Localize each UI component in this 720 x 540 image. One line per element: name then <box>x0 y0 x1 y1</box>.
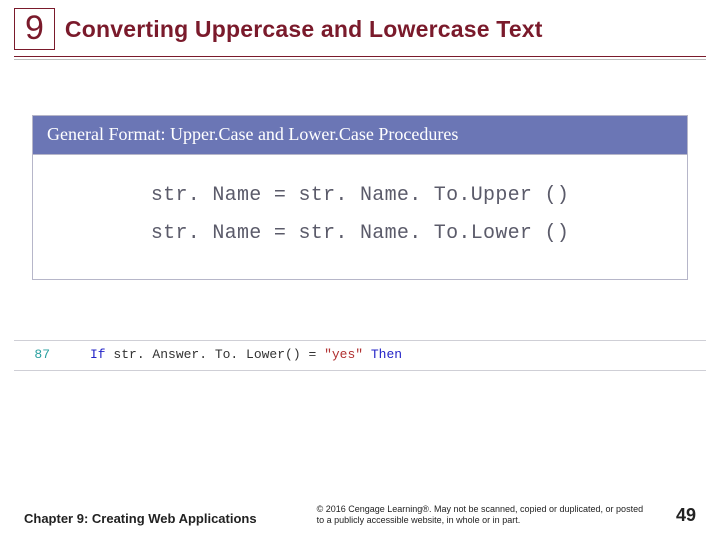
figure-body: str. Name = str. Name. To.Upper () str. … <box>33 155 687 279</box>
general-format-figure: General Format: Upper.Case and Lower.Cas… <box>32 115 688 280</box>
page-number: 49 <box>676 505 696 526</box>
snippet-rule-top <box>14 340 706 341</box>
snippet-code: If str. Answer. To. Lower() = "yes" Then <box>90 347 402 362</box>
string-literal: "yes" <box>324 347 363 362</box>
line-number: 87 <box>14 347 50 362</box>
chapter-number: 9 <box>25 11 44 45</box>
code-line-1: str. Name = str. Name. To.Upper () <box>33 177 687 215</box>
header-rule-primary <box>14 56 706 57</box>
snippet-rule-bottom <box>14 370 706 371</box>
page-title: Converting Uppercase and Lowercase Text <box>65 16 543 43</box>
slide-footer: Chapter 9: Creating Web Applications © 2… <box>0 504 720 527</box>
figure-heading: General Format: Upper.Case and Lower.Cas… <box>33 116 687 155</box>
chapter-label: Chapter 9: Creating Web Applications <box>24 511 257 526</box>
code-line-2: str. Name = str. Name. To.Lower () <box>33 215 687 253</box>
copyright-text: © 2016 Cengage Learning®. May not be sca… <box>317 504 646 527</box>
snippet-line: 87 If str. Answer. To. Lower() = "yes" T… <box>14 343 706 368</box>
slide-header: 9 Converting Uppercase and Lowercase Tex… <box>0 0 720 50</box>
snippet-expr: str. Answer. To. Lower() <box>106 347 309 362</box>
keyword-if: If <box>90 347 106 362</box>
header-rule-secondary <box>14 59 706 60</box>
snippet-op: = <box>308 347 324 362</box>
keyword-then: Then <box>363 347 402 362</box>
chapter-number-box: 9 <box>14 8 55 50</box>
code-snippet: 87 If str. Answer. To. Lower() = "yes" T… <box>0 340 720 371</box>
